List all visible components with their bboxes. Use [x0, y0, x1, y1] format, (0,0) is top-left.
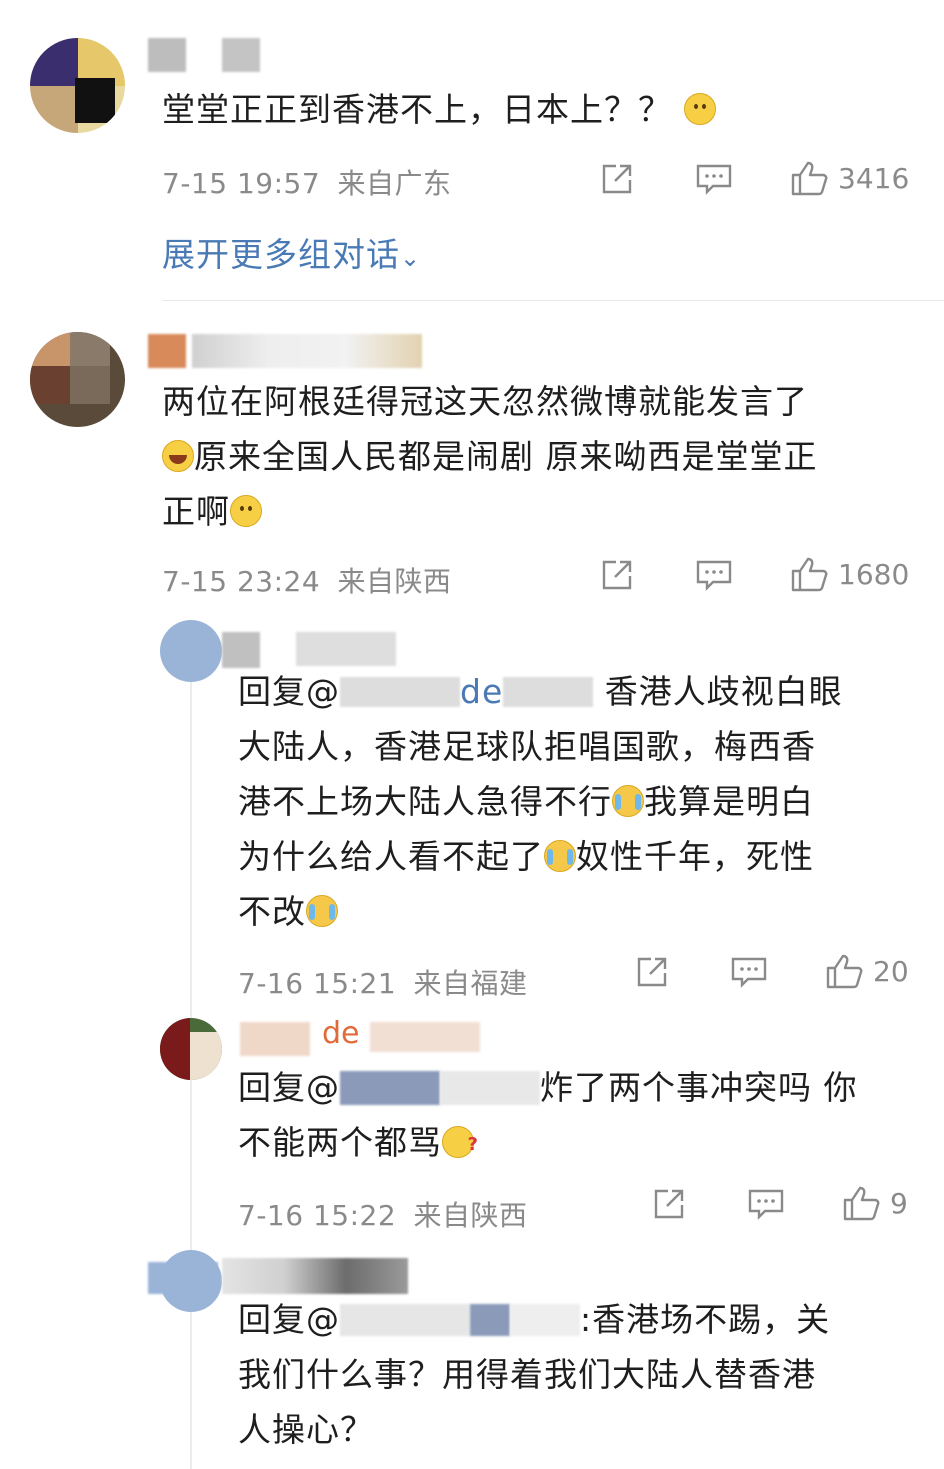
- like-icon: [843, 1186, 880, 1221]
- share-button[interactable]: [600, 558, 636, 592]
- username-blurred[interactable]: [240, 1022, 310, 1056]
- like-count: 3416: [838, 161, 910, 195]
- mention-blurred: [340, 1071, 440, 1105]
- reply-text: 回复@:香港场不踢，关 我们什么事？用得着我们大陆人替香港 人操心？: [238, 1300, 831, 1449]
- comment-meta: 7-15 23:24 来自陕西: [162, 560, 452, 600]
- username-blurred-2: [192, 334, 422, 368]
- reply-author-fragment[interactable]: de: [322, 1016, 360, 1051]
- reply-text: 回复@ de 香港人歧视白眼 大陆人，香港足球队拒唱国歌，梅西香 港不上场大陆人急…: [238, 672, 843, 931]
- chevron-down-icon: ⌄: [400, 244, 422, 272]
- comment-text: 堂堂正正到香港不上，日本上？？: [162, 82, 716, 137]
- share-icon: [602, 560, 632, 590]
- share-icon: [637, 957, 667, 987]
- share-button[interactable]: [652, 1187, 688, 1221]
- reply-meta: 7-16 15:21 来自福建: [238, 962, 528, 1002]
- username-blurred[interactable]: [148, 38, 186, 72]
- avatar[interactable]: [160, 620, 222, 682]
- username-blurred-2: [222, 1258, 408, 1294]
- username-blurred-2: [222, 38, 260, 72]
- comment-divider: [162, 300, 944, 301]
- comment-icon: [731, 957, 767, 988]
- mention-blurred-2: [470, 1304, 510, 1336]
- username-blurred[interactable]: [222, 632, 260, 668]
- mention-link[interactable]: de: [460, 672, 503, 711]
- laugh-cry-emoji-icon: [162, 440, 194, 472]
- share-button[interactable]: [600, 162, 636, 196]
- share-icon: [602, 164, 632, 194]
- avatar[interactable]: [30, 38, 125, 133]
- like-count: 1680: [838, 557, 910, 591]
- crying-emoji-icon: [306, 895, 338, 927]
- like-icon: [826, 954, 863, 989]
- reply-button[interactable]: [747, 1187, 785, 1221]
- comment-time: 7-15 19:57: [162, 167, 321, 200]
- crying-emoji-icon: [612, 785, 644, 817]
- reply-button[interactable]: [695, 558, 733, 592]
- avatar[interactable]: [160, 1018, 222, 1080]
- comment-location: 来自广东: [337, 167, 452, 200]
- username-blurred-2: [370, 1022, 480, 1052]
- share-button[interactable]: [635, 955, 671, 989]
- comment-time: 7-15 23:24: [162, 565, 321, 598]
- comment-icon: [696, 164, 732, 195]
- mention-blurred-3: [510, 1304, 580, 1336]
- avatar[interactable]: [30, 332, 125, 427]
- mention-blurred: [340, 1304, 470, 1336]
- smile-emoji-icon: [683, 93, 716, 125]
- comment-location: 来自陕西: [337, 565, 452, 598]
- like-button[interactable]: 20: [825, 953, 909, 989]
- comment-icon: [748, 1189, 784, 1220]
- share-icon: [654, 1189, 684, 1219]
- like-icon: [791, 557, 828, 592]
- comment-text: 两位在阿根廷得冠这天忽然微博就能发言了 原来全国人民都是闹剧 原来呦西是堂堂正 …: [162, 382, 818, 531]
- like-icon: [791, 161, 828, 196]
- like-button[interactable]: 9: [842, 1185, 908, 1221]
- username-blurred[interactable]: [148, 334, 186, 368]
- reply-time: 7-16 15:21: [238, 967, 397, 1000]
- username-blurred-2: [296, 632, 396, 666]
- mention-blurred: [340, 677, 460, 707]
- smile-emoji-icon: [230, 495, 262, 527]
- like-button[interactable]: 3416: [790, 160, 909, 196]
- username-blurred[interactable]: [148, 1262, 218, 1294]
- reply-location: 来自陕西: [413, 1199, 528, 1232]
- comment-icon: [696, 560, 732, 591]
- like-count: 20: [873, 954, 909, 988]
- mention-blurred-2: [503, 677, 594, 707]
- reply-button[interactable]: [730, 955, 768, 989]
- reply-location: 来自福建: [413, 967, 528, 1000]
- comment-meta: 7-15 19:57 来自广东: [162, 162, 452, 202]
- confused-emoji-icon: [442, 1117, 479, 1172]
- reply-text: 回复@ 炸了两个事冲突吗 你 不能两个都骂: [238, 1060, 918, 1172]
- crying-emoji-icon: [544, 840, 576, 872]
- like-count: 9: [890, 1186, 908, 1220]
- mention-blurred-2: [440, 1071, 540, 1105]
- expand-conversation-link[interactable]: 展开更多组对话⌄: [162, 228, 421, 276]
- reply-time: 7-16 15:22: [238, 1199, 397, 1232]
- reply-meta: 7-16 15:22 来自陕西: [238, 1194, 528, 1234]
- like-button[interactable]: 1680: [790, 556, 909, 592]
- reply-button[interactable]: [695, 162, 733, 196]
